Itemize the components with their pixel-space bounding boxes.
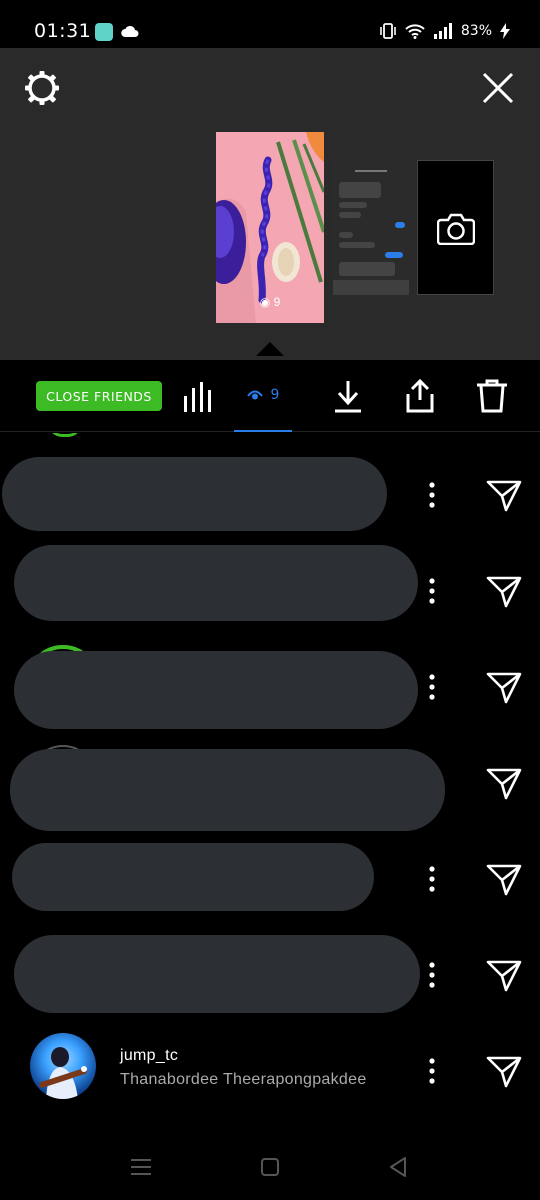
story-thumbnail-chat[interactable]	[333, 160, 409, 295]
back-icon[interactable]	[388, 1156, 408, 1178]
viewer-row[interactable]	[0, 447, 540, 543]
story-thumbnail-photo[interactable]: ◉ 9	[216, 132, 324, 323]
charging-icon	[500, 23, 510, 39]
wifi-icon	[405, 24, 425, 39]
more-options-icon[interactable]	[424, 673, 440, 701]
viewers-count: 9	[270, 387, 280, 403]
selected-thumbnail-pointer	[256, 342, 284, 356]
viewer-row[interactable]	[0, 543, 540, 639]
viewer-username[interactable]: jump_tc	[120, 1047, 178, 1065]
delete-icon[interactable]	[474, 378, 510, 414]
avatar[interactable]	[30, 1033, 96, 1099]
redacted-viewer-block	[10, 749, 445, 831]
story-toolbar: CLOSE FRIENDS 9	[0, 360, 540, 432]
redacted-viewer-block	[14, 545, 418, 621]
signal-icon	[433, 23, 452, 39]
status-right-group: 83%	[379, 22, 510, 40]
close-icon[interactable]	[480, 70, 516, 106]
eye-icon	[246, 390, 263, 400]
send-direct-icon[interactable]	[486, 959, 522, 993]
more-options-icon[interactable]	[424, 865, 440, 893]
story-preview-header: ◉ 9	[0, 48, 540, 360]
status-time: 01:31	[34, 20, 92, 42]
thumbnail-viewers-count: 9	[273, 295, 281, 309]
viewer-row[interactable]	[0, 735, 540, 831]
viewer-full-name: Thanabordee Theerapongpakdee	[120, 1071, 367, 1088]
insights-bars-icon[interactable]	[182, 378, 214, 414]
settings-gear-icon[interactable]	[22, 68, 62, 108]
close-friends-badge: CLOSE FRIENDS	[36, 381, 162, 411]
close-friend-ring	[48, 433, 82, 437]
redacted-viewer-block	[2, 457, 387, 531]
send-direct-icon[interactable]	[486, 863, 522, 897]
thumbnail-viewers-indicator: ◉ 9	[216, 295, 324, 309]
more-options-icon[interactable]	[424, 577, 440, 605]
send-direct-icon[interactable]	[486, 1055, 522, 1089]
eye-icon: ◉	[259, 295, 271, 309]
system-nav-bar	[0, 1123, 540, 1200]
viewer-list: jump_tc Thanabordee Theerapongpakdee	[0, 433, 540, 1123]
battery-percent: 83%	[460, 23, 492, 39]
home-icon[interactable]	[260, 1157, 280, 1177]
send-direct-icon[interactable]	[486, 671, 522, 705]
more-options-icon[interactable]	[424, 481, 440, 509]
send-direct-icon[interactable]	[486, 479, 522, 513]
redacted-viewer-block	[14, 935, 420, 1013]
viewer-row[interactable]	[0, 831, 540, 927]
vibrate-icon	[380, 23, 396, 39]
add-story-camera-tile[interactable]	[417, 160, 494, 295]
avatar-photo-art	[39, 1047, 87, 1099]
viewer-row[interactable]	[0, 639, 540, 735]
viewer-row[interactable]	[0, 927, 540, 1023]
redacted-viewer-block	[14, 651, 418, 729]
send-direct-icon[interactable]	[486, 575, 522, 609]
download-icon[interactable]	[332, 378, 364, 414]
redacted-viewer-block	[12, 843, 374, 911]
viewers-tab[interactable]: 9	[234, 360, 292, 432]
more-options-icon[interactable]	[424, 961, 440, 989]
more-options-icon[interactable]	[424, 1057, 440, 1085]
app-notification-icon	[95, 23, 113, 41]
chat-screenshot-art	[333, 160, 409, 295]
share-icon[interactable]	[402, 378, 438, 414]
cloud-icon	[121, 25, 139, 37]
status-bar: 01:31 83%	[0, 0, 540, 48]
viewer-row[interactable]: jump_tc Thanabordee Theerapongpakdee	[0, 1023, 540, 1119]
send-direct-icon[interactable]	[486, 767, 522, 801]
recent-apps-icon[interactable]	[130, 1157, 152, 1177]
camera-icon	[436, 213, 475, 245]
